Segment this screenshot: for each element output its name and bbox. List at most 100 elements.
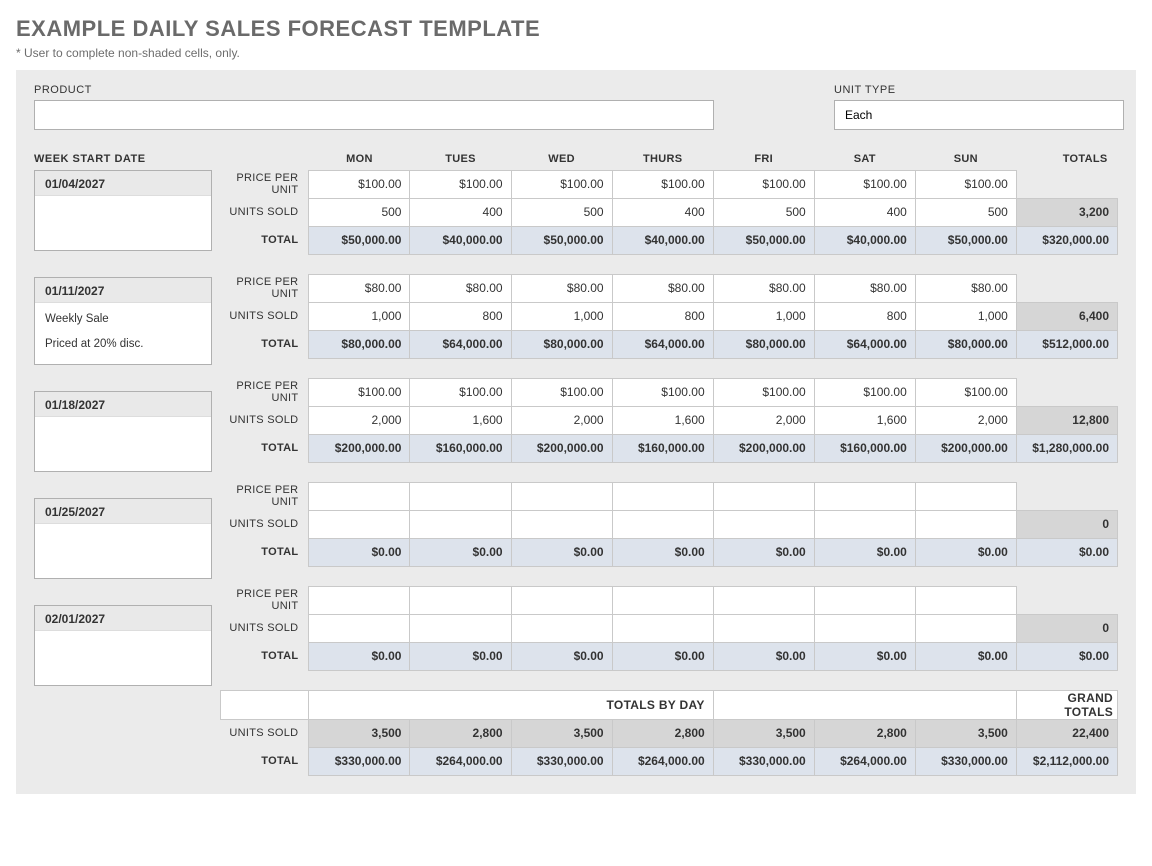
total-cell: $0.00	[612, 538, 713, 566]
total-cell: $0.00	[612, 642, 713, 670]
units-cell[interactable]: 1,000	[309, 302, 410, 330]
price-cell[interactable]: $100.00	[511, 378, 612, 406]
price-cell[interactable]: $100.00	[410, 378, 511, 406]
price-cell[interactable]	[713, 586, 814, 614]
units-cell[interactable]: 500	[309, 198, 410, 226]
row-label-total: TOTAL	[221, 330, 309, 358]
units-cell[interactable]	[713, 510, 814, 538]
totals-header: TOTALS	[1016, 148, 1117, 170]
price-cell[interactable]: $100.00	[814, 170, 915, 198]
product-input[interactable]	[34, 100, 714, 130]
price-cell[interactable]: $100.00	[915, 170, 1016, 198]
price-cell[interactable]: $80.00	[410, 274, 511, 302]
price-cell[interactable]	[511, 482, 612, 510]
price-cell[interactable]: $80.00	[814, 274, 915, 302]
price-cell[interactable]: $80.00	[309, 274, 410, 302]
units-cell[interactable]: 2,000	[309, 406, 410, 434]
price-cell[interactable]	[713, 482, 814, 510]
price-cell[interactable]: $80.00	[612, 274, 713, 302]
day-header-3: THURS	[612, 148, 713, 170]
price-cell[interactable]: $100.00	[309, 170, 410, 198]
units-cell[interactable]: 1,000	[713, 302, 814, 330]
week-date-value: 01/18/2027	[35, 392, 211, 417]
units-cell[interactable]: 1,000	[915, 302, 1016, 330]
day-header-2: WED	[511, 148, 612, 170]
week-date-value: 01/04/2027	[35, 171, 211, 196]
price-cell[interactable]	[309, 586, 410, 614]
price-cell[interactable]: $100.00	[612, 378, 713, 406]
week-date-box[interactable]: 01/18/2027	[34, 391, 212, 472]
units-cell[interactable]: 1,600	[612, 406, 713, 434]
units-cell[interactable]: 1,600	[410, 406, 511, 434]
units-cell[interactable]: 500	[713, 198, 814, 226]
grand-money-total: $2,112,000.00	[1016, 747, 1117, 775]
price-cell[interactable]: $100.00	[309, 378, 410, 406]
units-cell[interactable]: 400	[814, 198, 915, 226]
week-date-value: 02/01/2027	[35, 606, 211, 631]
units-cell[interactable]	[814, 510, 915, 538]
price-cell[interactable]	[915, 482, 1016, 510]
units-cell[interactable]: 800	[612, 302, 713, 330]
units-cell[interactable]: 1,000	[511, 302, 612, 330]
total-cell: $40,000.00	[410, 226, 511, 254]
price-cell[interactable]: $100.00	[511, 170, 612, 198]
week-date-box[interactable]: 01/04/2027	[34, 170, 212, 251]
units-cell[interactable]	[410, 614, 511, 642]
price-cell[interactable]: $100.00	[612, 170, 713, 198]
units-cell[interactable]: 800	[410, 302, 511, 330]
units-cell[interactable]: 2,000	[713, 406, 814, 434]
row-label-units: UNITS SOLD	[221, 198, 309, 226]
week-notes[interactable]: Weekly SalePriced at 20% disc.	[35, 303, 211, 364]
price-cell[interactable]: $100.00	[915, 378, 1016, 406]
week-notes[interactable]	[35, 417, 211, 471]
price-cell[interactable]	[511, 586, 612, 614]
price-cell[interactable]: $100.00	[814, 378, 915, 406]
price-cell[interactable]	[309, 482, 410, 510]
price-cell[interactable]: $100.00	[713, 378, 814, 406]
price-cell[interactable]	[612, 586, 713, 614]
units-cell[interactable]: 2,000	[511, 406, 612, 434]
units-cell[interactable]	[915, 510, 1016, 538]
units-cell[interactable]: 800	[814, 302, 915, 330]
price-cell[interactable]: $80.00	[511, 274, 612, 302]
totals-by-day-label: TOTALS BY DAY	[309, 690, 713, 719]
week-date-box[interactable]: 02/01/2027	[34, 605, 212, 686]
units-cell[interactable]	[612, 510, 713, 538]
units-cell[interactable]: 2,000	[915, 406, 1016, 434]
units-cell[interactable]	[612, 614, 713, 642]
units-cell[interactable]	[309, 614, 410, 642]
units-cell[interactable]	[511, 510, 612, 538]
week-notes[interactable]	[35, 196, 211, 250]
units-cell[interactable]	[511, 614, 612, 642]
units-cell[interactable]	[915, 614, 1016, 642]
week-date-box[interactable]: 01/11/2027 Weekly SalePriced at 20% disc…	[34, 277, 212, 365]
price-cell[interactable]: $80.00	[713, 274, 814, 302]
price-cell[interactable]: $80.00	[915, 274, 1016, 302]
price-cell[interactable]: $100.00	[410, 170, 511, 198]
week-date-box[interactable]: 01/25/2027	[34, 498, 212, 579]
week-notes[interactable]	[35, 631, 211, 685]
total-cell: $0.00	[511, 538, 612, 566]
price-cell[interactable]	[814, 586, 915, 614]
units-cell[interactable]	[410, 510, 511, 538]
units-cell[interactable]: 500	[915, 198, 1016, 226]
units-cell[interactable]: 400	[410, 198, 511, 226]
unit-type-input[interactable]	[834, 100, 1124, 130]
week-notes[interactable]	[35, 524, 211, 578]
units-cell[interactable]	[713, 614, 814, 642]
price-cell[interactable]	[410, 586, 511, 614]
units-cell[interactable]	[309, 510, 410, 538]
units-cell[interactable]: 400	[612, 198, 713, 226]
price-cell[interactable]	[814, 482, 915, 510]
price-cell[interactable]	[612, 482, 713, 510]
total-cell: $0.00	[915, 642, 1016, 670]
units-cell[interactable]: 1,600	[814, 406, 915, 434]
units-cell[interactable]: 500	[511, 198, 612, 226]
day-header-4: FRI	[713, 148, 814, 170]
units-cell[interactable]	[814, 614, 915, 642]
price-cell[interactable]	[915, 586, 1016, 614]
units-total-cell: 0	[1016, 510, 1117, 538]
price-cell[interactable]: $100.00	[713, 170, 814, 198]
price-cell[interactable]	[410, 482, 511, 510]
day-header-5: SAT	[814, 148, 915, 170]
